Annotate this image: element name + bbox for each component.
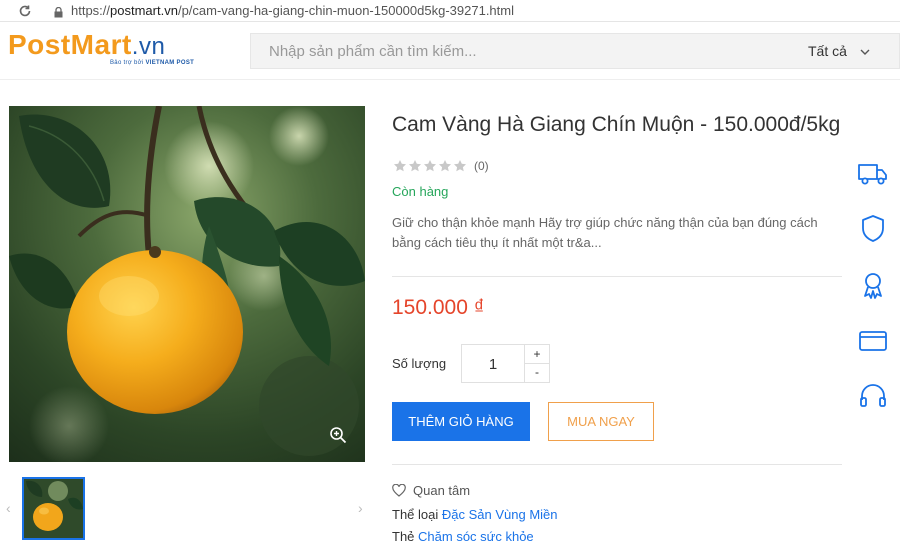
product-price: 150.000 ₫ <box>392 296 485 319</box>
thumbnail-next-button[interactable]: › <box>358 500 363 516</box>
postmart-logo[interactable]: PostMart.vn Bảo trợ bởi VIETNAM POST <box>8 30 218 74</box>
heart-icon <box>392 484 406 497</box>
logo-domain: .vn <box>131 33 166 60</box>
add-to-cart-button[interactable]: THÊM GIỎ HÀNG <box>392 402 530 441</box>
quantity-label: Số lượng <box>392 356 447 371</box>
lock-icon <box>54 5 63 18</box>
zoom-icon[interactable] <box>329 426 347 444</box>
quantity-decrease-button[interactable]: - <box>524 363 550 383</box>
rating-stars: (0) <box>393 159 489 173</box>
search-category-select[interactable]: Tất cả <box>808 43 847 59</box>
logo-tagline: Bảo trợ bởi VIETNAM POST <box>110 60 194 66</box>
quantity-input[interactable]: 1 <box>461 344 525 383</box>
product-description: Giữ cho thận khỏe mạnh Hãy trợ giúp chức… <box>392 215 818 250</box>
tag-label: Thẻ <box>392 529 415 544</box>
url-host: postmart.vn <box>110 3 178 18</box>
divider <box>392 276 842 277</box>
logo-tagline-brand: VIETNAM POST <box>145 60 195 66</box>
logo-tagline-prefix: Bảo trợ bởi <box>110 60 144 66</box>
star-icon <box>439 160 451 172</box>
card-icon[interactable] <box>857 325 889 357</box>
star-icon <box>454 160 466 172</box>
shield-icon[interactable] <box>857 213 889 245</box>
star-icon <box>394 160 406 172</box>
url-text[interactable]: https://postmart.vn/p/cam-vang-ha-giang-… <box>71 3 514 18</box>
logo-text: PostMart <box>8 29 132 60</box>
star-icon <box>409 160 421 172</box>
search-input[interactable]: Nhập sản phẩm cần tìm kiếm... <box>269 43 477 60</box>
buy-now-button[interactable]: MUA NGAY <box>548 402 654 441</box>
truck-icon[interactable] <box>857 157 889 189</box>
review-count[interactable]: (0) <box>474 159 489 173</box>
favorite-button[interactable]: Quan tâm <box>392 483 470 498</box>
headset-icon[interactable] <box>857 381 889 413</box>
category-row: Thể loại Đặc Sản Vùng Miền <box>392 507 558 522</box>
browser-url-bar: https://postmart.vn/p/cam-vang-ha-giang-… <box>0 0 900 22</box>
tag-link[interactable]: Chăm sóc sức khỏe <box>418 529 534 544</box>
url-scheme: https:// <box>71 3 111 18</box>
divider <box>392 464 842 465</box>
star-icon <box>424 160 436 172</box>
reload-icon[interactable] <box>18 4 32 18</box>
search-bar[interactable]: Nhập sản phẩm cần tìm kiếm... Tất cả <box>250 33 900 69</box>
site-header: PostMart.vn Bảo trợ bởi VIETNAM POST Nhậ… <box>0 22 900 80</box>
product-thumbnail[interactable] <box>22 477 85 540</box>
tag-row: Thẻ Chăm sóc sức khỏe <box>392 529 534 544</box>
award-icon[interactable] <box>857 269 889 301</box>
product-title: Cam Vàng Hà Giang Chín Muộn - 150.000đ/5… <box>392 113 841 136</box>
favorite-label: Quan tâm <box>413 483 471 498</box>
chevron-down-icon[interactable] <box>859 45 871 57</box>
category-label: Thể loại <box>392 507 439 522</box>
product-main-image[interactable] <box>9 106 365 462</box>
thumbnail-prev-button[interactable]: ‹ <box>6 500 11 516</box>
url-path: /p/cam-vang-ha-giang-chin-muon-150000d5k… <box>177 3 514 18</box>
quantity-increase-button[interactable]: + <box>524 344 550 364</box>
stock-status: Còn hàng <box>392 184 449 199</box>
category-link[interactable]: Đặc Sản Vùng Miền <box>442 507 558 522</box>
